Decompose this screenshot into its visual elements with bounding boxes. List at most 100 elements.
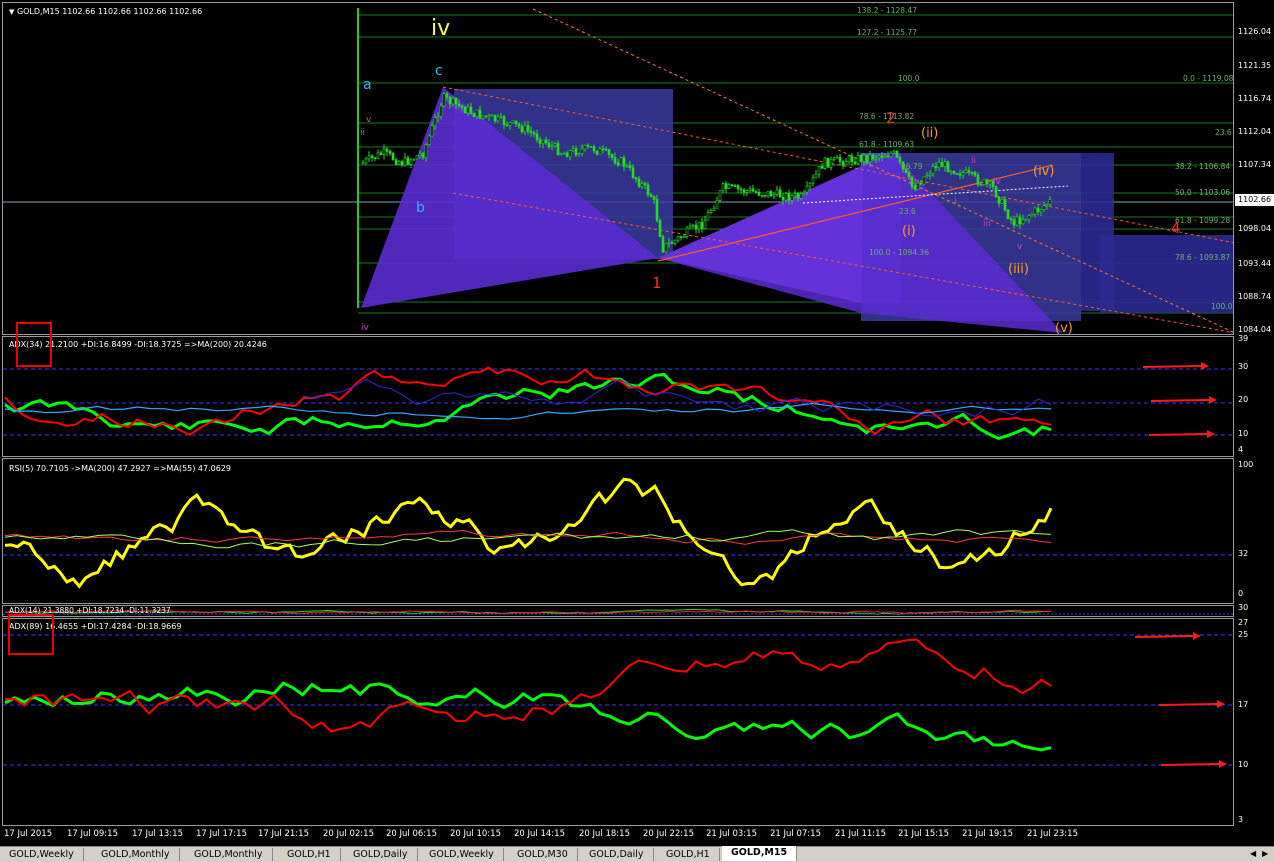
adx89-canvas[interactable]: [3, 619, 1234, 826]
red-arrow: [1148, 433, 1208, 436]
candle-body: [778, 189, 782, 198]
price-axis: 1126.04 1121.35 1116.74 1112.04 1107.34 1098.…: [1235, 2, 1274, 335]
candle-body: [781, 196, 785, 201]
candle-body: [586, 144, 590, 147]
candle-body: [859, 155, 863, 162]
tab-gold-monthly[interactable]: GOLD,Monthly: [185, 848, 273, 861]
candle-body: [655, 199, 659, 221]
candle-body: [925, 175, 929, 178]
tab-gold-weekly[interactable]: GOLD,Weekly: [0, 848, 84, 861]
adx14-canvas[interactable]: [3, 606, 1234, 617]
candle-body: [820, 166, 824, 169]
price-chart-canvas[interactable]: 138.2 - 1128.47 127.2 - 1125.77 100.0 0.0 -…: [3, 3, 1234, 335]
header-menu-icon[interactable]: ▼: [9, 8, 14, 16]
candle-body: [799, 193, 803, 199]
time-axis-tick: 20 Jul 10:15: [450, 829, 501, 839]
candle-body: [415, 155, 419, 160]
candle-body: [460, 105, 464, 108]
candle-body: [823, 157, 827, 169]
candle-body: [658, 220, 662, 237]
tab-gold-daily[interactable]: GOLD,Daily: [344, 848, 418, 861]
tab-gold-m30[interactable]: GOLD,M30: [508, 848, 578, 861]
candle-body: [679, 236, 683, 239]
candle-body: [382, 148, 386, 155]
candle-body: [505, 124, 509, 126]
time-axis-tick: 20 Jul 02:15: [323, 829, 374, 839]
candle-body: [559, 153, 563, 156]
time-axis-tick: 21 Jul 11:15: [835, 829, 886, 839]
plus-di-line: [4, 681, 1052, 752]
wave-label-w1: 1: [652, 274, 662, 292]
fib-label: 61.8 - 1099.28: [1175, 216, 1230, 225]
candle-body: [877, 155, 881, 159]
candle-body: [634, 177, 638, 180]
tab-scroll-left-icon[interactable]: ◀: [1250, 849, 1256, 858]
candle-body: [517, 123, 521, 127]
tab-gold-monthly[interactable]: GOLD,Monthly: [92, 848, 180, 861]
time-axis-tick: 20 Jul 06:15: [386, 829, 437, 839]
candle-body: [916, 182, 920, 190]
candle-body: [1024, 218, 1028, 221]
candle-body: [424, 144, 428, 158]
red-arrow-head: [1193, 632, 1201, 640]
tab-scroll-right-icon[interactable]: ▶: [1262, 849, 1268, 858]
wave-label-small_ii2: ii: [971, 156, 976, 166]
adx89-pane[interactable]: ADX(89) 16.4655 +DI:17.4284 -DI:18.9669: [2, 618, 1234, 826]
time-axis-tick: 17 Jul 13:15: [132, 829, 183, 839]
price-axis-tick: 1107.34: [1238, 160, 1272, 169]
candle-body: [934, 166, 938, 168]
adx34-canvas[interactable]: [3, 337, 1234, 457]
candle-body: [970, 172, 974, 174]
candle-body: [391, 153, 395, 161]
candle-body: [1012, 219, 1016, 226]
tab-gold-daily[interactable]: GOLD,Daily: [580, 848, 654, 861]
price-chart-pane[interactable]: 138.2 - 1128.47 127.2 - 1125.77 100.0 0.0 -…: [2, 2, 1234, 335]
wave-label-small_ii: ii: [360, 128, 365, 138]
candle-body: [364, 158, 368, 164]
candle-body: [718, 190, 722, 201]
candle-body: [541, 139, 545, 144]
candle-body: [790, 195, 794, 201]
adx14-pane[interactable]: ADX(14) 21.3880 +DI:18.7234 -DI:11.3237: [2, 605, 1234, 617]
candle-body: [688, 225, 692, 229]
adx34-pane[interactable]: ADX(34) 21.2100 +DI:16.8499 -DI:18.3725 …: [2, 336, 1234, 457]
rsi-pane[interactable]: RSI(5) 70.7105 ->MA(200) 47.2927 =>MA(55…: [2, 458, 1234, 604]
candle-body: [403, 157, 407, 166]
candle-body: [1018, 216, 1022, 225]
candle-body: [652, 196, 656, 200]
wave-label-small_i: i: [954, 196, 957, 206]
symbol-header: ▼ GOLD,M15 1102.66 1102.66 1102.66 1102.…: [9, 7, 202, 16]
rsi-canvas[interactable]: [3, 459, 1234, 604]
candle-body: [721, 183, 725, 192]
tab-gold-m15[interactable]: GOLD,M15: [722, 846, 798, 861]
wave-label-small_iv: iv: [361, 323, 370, 333]
candle-body: [856, 155, 860, 164]
candle-body: [961, 172, 965, 176]
tab-gold-weekly[interactable]: GOLD,Weekly: [420, 848, 504, 861]
candle-body: [766, 191, 770, 197]
tab-gold-h1[interactable]: GOLD,H1: [278, 848, 341, 861]
candle-body: [724, 183, 728, 190]
candle-body: [796, 193, 800, 199]
candle-body: [496, 116, 500, 122]
price-axis-tick: 1088.74: [1238, 292, 1272, 301]
candle-body: [982, 179, 986, 185]
fib-label: 96.79: [901, 162, 923, 171]
candle-body: [514, 120, 518, 125]
tab-gold-h1[interactable]: GOLD,H1: [657, 848, 720, 861]
chart-tab-bar: GOLD,Weekly GOLD,Monthly GOLD,Monthly GOLD,…: [0, 846, 1274, 862]
candle-body: [931, 166, 935, 175]
adx89-axis: 30 27 25 17 10 3: [1235, 603, 1274, 826]
candle-body: [481, 115, 485, 119]
candle-body: [769, 191, 773, 197]
candle-body: [691, 224, 695, 227]
candle-body: [637, 178, 641, 187]
adx34-axis-tick: 4: [1238, 445, 1244, 454]
candle-body: [964, 170, 968, 174]
candle-body: [625, 165, 629, 167]
candle-body: [409, 159, 413, 165]
candle-body: [439, 105, 443, 117]
candle-body: [676, 236, 680, 241]
candle-body: [673, 239, 677, 244]
fib-label: 100.0: [898, 74, 920, 83]
